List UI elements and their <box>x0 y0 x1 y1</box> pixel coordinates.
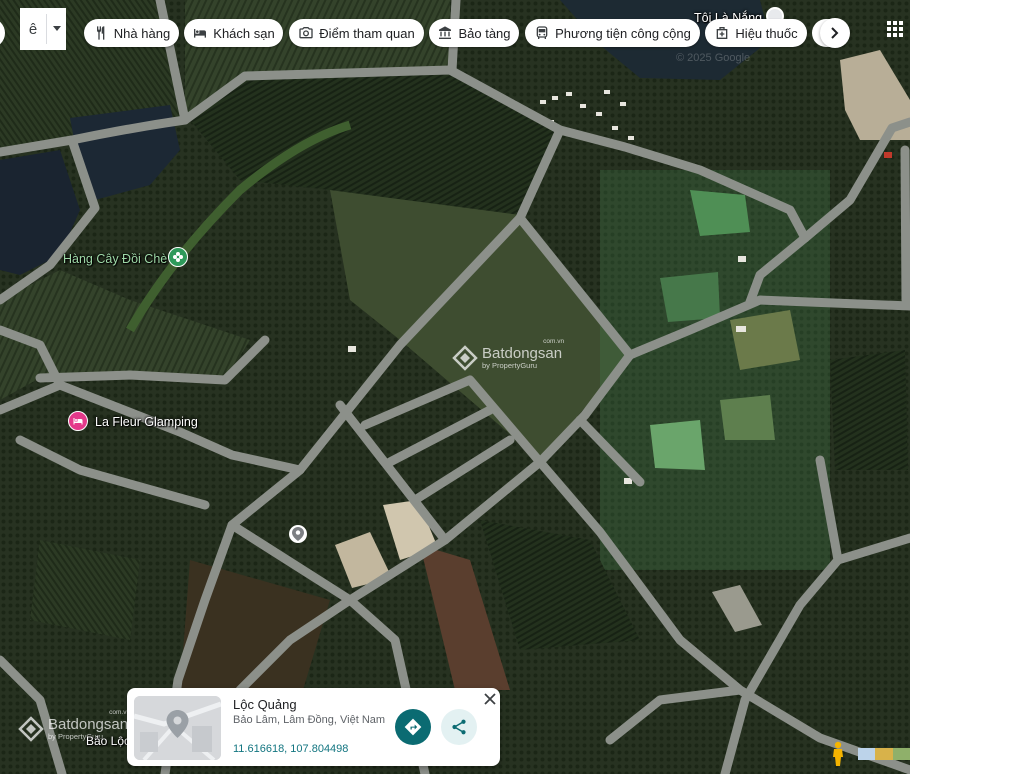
map-label-glamping[interactable]: La Fleur Glamping <box>95 415 198 429</box>
place-title: Lộc Quảng <box>233 697 297 712</box>
layer-thumb-map[interactable] <box>858 748 876 760</box>
watermark-brand: Batdongsan <box>482 345 563 363</box>
apps-grid-icon[interactable] <box>887 21 903 37</box>
chip-label: Phương tiện công cộng <box>555 25 691 41</box>
place-coordinates[interactable]: 11.616618, 107.804498 <box>233 743 348 755</box>
map-label-tea-tree-row[interactable]: Hàng Cây Đồi Chè <box>63 252 167 266</box>
watermark-brand: Batdongsan <box>48 716 129 734</box>
map-label-city[interactable]: Bảo Lộc <box>86 734 130 748</box>
directions-button[interactable] <box>395 709 431 745</box>
map-pin-icon[interactable] <box>289 525 307 543</box>
transit-icon <box>536 26 548 39</box>
chip-hotels[interactable]: Khách sạn <box>184 19 283 47</box>
chip-pharmacies[interactable]: Hiệu thuốc <box>705 19 807 47</box>
directions-icon <box>404 718 422 736</box>
chip-attractions[interactable]: Điểm tham quan <box>289 19 424 47</box>
chevron-right-icon[interactable] <box>820 18 850 48</box>
input-method-selector[interactable]: ê <box>20 8 66 50</box>
caret-down-icon[interactable] <box>47 26 66 32</box>
hotel-icon <box>194 29 207 38</box>
place-thumbnail[interactable] <box>134 696 221 760</box>
satellite-map[interactable] <box>0 0 910 774</box>
watermark-tagline: by PropertyGuru <box>482 361 538 371</box>
watermark-logo-icon <box>18 716 44 742</box>
chip-label: Bảo tàng <box>458 25 511 41</box>
watermark-domain: com.vn <box>543 338 565 346</box>
watermark-center: com.vn Batdongsan by PropertyGuru <box>452 339 564 371</box>
layers-thumbnail-icon[interactable] <box>858 748 910 760</box>
map-canvas[interactable]: Tôi Là Nắng © 2025 Google Hàng Cây Đồi C… <box>0 0 910 774</box>
place-address: Bảo Lâm, Lâm Đồng, Việt Nam <box>233 714 386 726</box>
layer-thumb-satellite[interactable] <box>892 748 910 760</box>
chip-label: Điểm tham quan <box>319 25 415 41</box>
chip-transit[interactable]: Phương tiện công cộng <box>525 19 700 47</box>
pegman-icon[interactable] <box>829 741 847 767</box>
share-button[interactable] <box>441 709 477 745</box>
chip-restaurants[interactable]: Nhà hàng <box>84 19 179 47</box>
park-icon[interactable] <box>168 247 188 267</box>
camera-icon <box>299 27 313 39</box>
chip-label: Hiệu thuốc <box>735 25 798 41</box>
restaurant-icon <box>96 26 105 40</box>
chip-museums[interactable]: Bảo tàng <box>429 19 519 47</box>
layer-thumb-terrain[interactable] <box>875 748 893 760</box>
lodging-icon[interactable] <box>68 411 88 431</box>
share-icon <box>452 719 466 735</box>
watermark-logo-icon <box>452 345 478 371</box>
place-card[interactable]: Lộc Quảng Bảo Lâm, Lâm Đồng, Việt Nam 11… <box>127 688 500 766</box>
pharmacy-icon <box>717 27 728 39</box>
chip-label: Nhà hàng <box>113 25 171 41</box>
map-copyright: © 2025 Google <box>676 52 751 64</box>
input-method-label[interactable]: ê <box>20 21 46 38</box>
chip-label: Khách sạn <box>213 25 275 41</box>
close-icon[interactable] <box>484 692 496 705</box>
museum-icon <box>439 26 452 39</box>
